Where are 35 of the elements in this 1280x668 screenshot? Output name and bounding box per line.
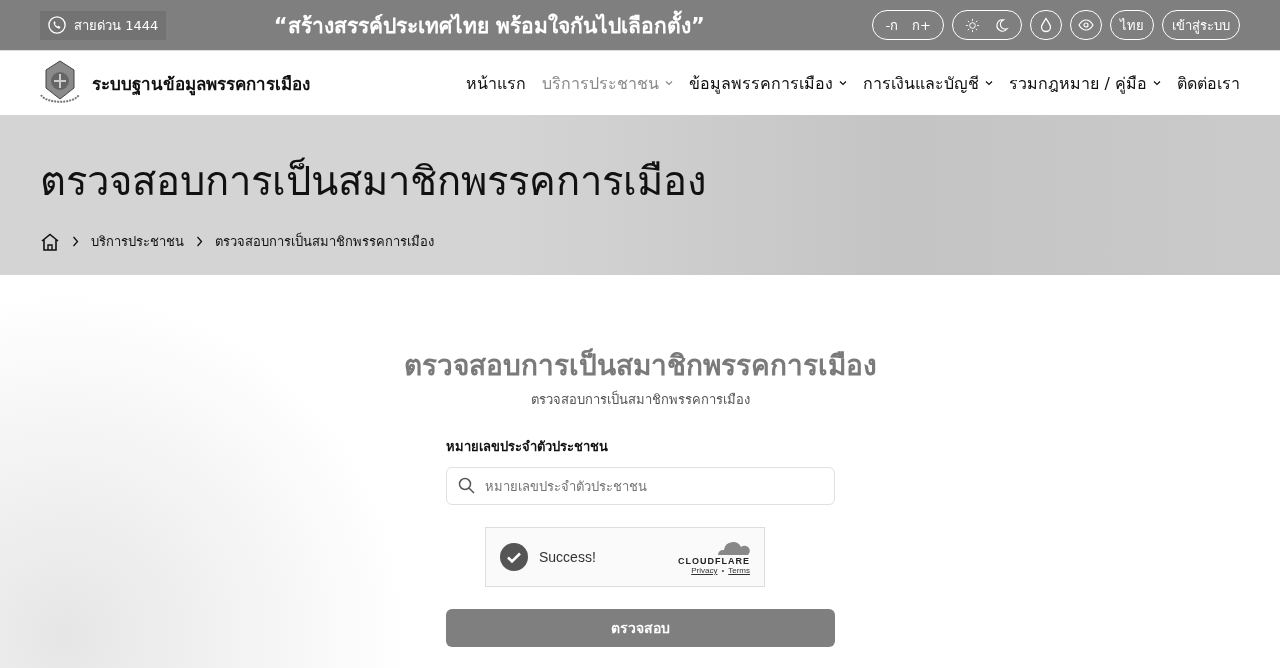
- captcha-link[interactable]: Terms: [728, 565, 750, 575]
- page-title: ตรวจสอบการเป็นสมาชิกพรรคการเมือง: [40, 156, 708, 206]
- chevron-right-icon: [196, 236, 203, 247]
- phone-icon: [48, 16, 66, 34]
- font-size-button[interactable]: -ก: [885, 14, 899, 36]
- form-subtitle: ตรวจสอบการเป็นสมาชิกพรรคการเมือง: [530, 389, 750, 409]
- submit-button[interactable]: ตรวจสอบ: [445, 609, 835, 647]
- captcha-link[interactable]: Privacy: [691, 565, 718, 575]
- captcha-status: Success!: [539, 549, 596, 565]
- sun-icon[interactable]: [965, 17, 980, 33]
- site-name[interactable]: ระบบฐานข้อมูลพรรคการเมือง: [92, 69, 310, 97]
- captcha-brand: CLOUDFLARE: [678, 555, 750, 566]
- nav-link[interactable]: ติดต่อเรา: [1177, 70, 1240, 96]
- nav-link[interactable]: การเงินและบัญชี: [863, 70, 994, 96]
- chevron-down-icon: [665, 80, 674, 86]
- separator-dot: •: [721, 565, 725, 575]
- chevron-down-icon: [985, 80, 994, 86]
- field-label: หมายเลขประจำตัวประชาชน: [445, 438, 609, 456]
- slogan-text: “สร้างสรรค์ประเทศไทย พร้อมใจกันไปเลือกตั้ง”: [166, 8, 813, 42]
- nav-link[interactable]: รวมกฎหมาย / คู่มือ: [1009, 70, 1161, 96]
- hotline-badge[interactable]: สายด่วน 1444: [40, 10, 167, 40]
- breadcrumb-link[interactable]: ตรวจสอบการเป็นสมาชิกพรรคการเมือง: [215, 231, 434, 252]
- form-title: ตรวจสอบการเป็นสมาชิกพรรคการเมือง: [403, 347, 877, 384]
- chevron-down-icon: [1153, 80, 1161, 86]
- chevron-right-icon: [72, 236, 79, 247]
- moon-icon[interactable]: [994, 17, 1009, 33]
- breadcrumb-link[interactable]: บริการประชาชน: [91, 231, 184, 252]
- cloud-icon: [716, 539, 750, 556]
- chevron-down-icon: [839, 80, 848, 86]
- home-icon[interactable]: [40, 232, 60, 251]
- nav-link[interactable]: หน้าแรก: [466, 70, 527, 96]
- id-number-field[interactable]: หมายเลขประจำตัวประชาชน: [445, 467, 835, 505]
- nav-link[interactable]: บริการประชาชน: [542, 70, 674, 96]
- font-size-button[interactable]: ก+: [912, 14, 931, 36]
- nav-link[interactable]: ข้อมูลพรรคการเมือง: [689, 70, 848, 96]
